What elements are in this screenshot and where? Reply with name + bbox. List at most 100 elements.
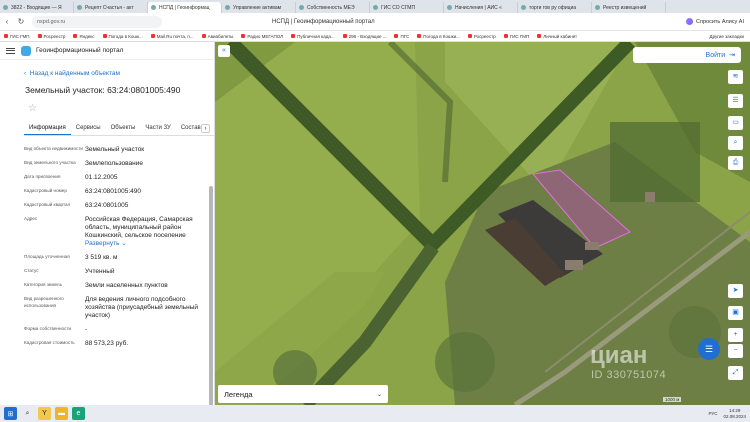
fullscreen-icon[interactable]: ⤢: [728, 366, 743, 380]
tab-favicon-icon: [77, 5, 82, 10]
browser-tab[interactable]: 3822 - Входящие — Я: [0, 2, 74, 13]
bookmark-item[interactable]: Mail.Ru почта, п...: [150, 33, 194, 39]
back-label: Назад к найденным объектам: [29, 70, 120, 77]
bookmark-item[interactable]: Погода в Кошки...: [417, 34, 460, 39]
detail-tab[interactable]: Объекты: [106, 122, 141, 135]
basemap-icon[interactable]: ▣: [728, 306, 743, 320]
attribute-value: -: [85, 326, 88, 333]
attribute-value-wrap: 63:24:0801005: [85, 202, 208, 210]
attribute-value: 63:24:0801005:490: [85, 188, 142, 195]
chevron-down-icon: ⌄: [376, 391, 382, 398]
satellite-imagery: [215, 42, 750, 405]
attribute-value: Учтенный: [85, 268, 115, 275]
address-bar: ‹ ↻ nspd.gov.ru НСПД | Геоинформационный…: [0, 13, 750, 31]
attribute-value-wrap: Российская Федерация, Самарская область,…: [85, 216, 208, 248]
attribute-key: Кадастровый квартал: [24, 202, 71, 207]
browser-tab[interactable]: Реестр извещений: [592, 2, 666, 13]
zoom-out-icon[interactable]: −: [728, 344, 743, 358]
bookmark-icon: [241, 34, 246, 38]
browser-tab[interactable]: торги гов ру официа: [518, 2, 592, 13]
bookmark-icon: [467, 34, 472, 38]
list-icon[interactable]: ☰: [728, 94, 743, 108]
browser-tab-label: Управление активам: [233, 4, 282, 11]
menu-icon[interactable]: [6, 47, 15, 54]
login-label: Войти: [705, 51, 726, 59]
bookmark-icon: [291, 34, 296, 38]
edge-icon[interactable]: e: [72, 407, 85, 420]
plot-title: Земельный участок: 63:24:0801005:490: [25, 85, 181, 95]
attribute-key: Вид объекта недвижимости: [24, 146, 83, 151]
alice-icon: [686, 18, 694, 25]
back-arrow-icon[interactable]: ‹: [0, 17, 14, 26]
bookmark-item[interactable]: Росреестр: [467, 33, 496, 39]
attribute-value-wrap: Для ведения личного подсобного хозяйства…: [85, 296, 208, 320]
bookmark-item[interactable]: Авиабилеты: [201, 34, 233, 39]
reload-icon[interactable]: ↻: [14, 17, 28, 26]
bookmark-label: Росреестр: [473, 33, 496, 39]
attribute-key: Статус: [24, 268, 39, 273]
detail-tab[interactable]: Сервисы: [71, 122, 106, 135]
locate-icon[interactable]: ➤: [728, 284, 743, 298]
bookmark-item[interactable]: Публичная када...: [291, 34, 335, 39]
attribute-row: Кадастровая стоимость 88 573,23 руб.: [24, 340, 208, 348]
bookmark-item[interactable]: Яндекс: [73, 33, 95, 39]
clock[interactable]: 14:29 02.08.2024: [723, 408, 746, 419]
detail-tab[interactable]: Части ЗУ: [140, 122, 175, 135]
bookmark-item[interactable]: Росреестр: [37, 34, 65, 39]
browser-tab[interactable]: Начисления | АИС «: [444, 2, 518, 13]
map-view[interactable]: « Войти ⇥ ≋ ☰ ▭ ⌕ ⎙ ➤ ▣ + − ⤢ ☰ циан ID 3…: [215, 42, 750, 405]
bookmark-item[interactable]: Погода в Кошк...: [102, 34, 143, 39]
browser-tab[interactable]: Управление активам: [222, 2, 296, 13]
browser-tab[interactable]: ГИС СО СГМП: [370, 2, 444, 13]
map-scale: 1000 м: [663, 397, 682, 402]
bookmark-item[interactable]: ГИС ГМП: [4, 34, 30, 39]
url-field[interactable]: nspd.gov.ru: [32, 15, 162, 28]
detail-tab[interactable]: Информация: [24, 122, 71, 135]
page-title: НСПД | Геоинформационный портал: [272, 18, 375, 25]
favorite-star-icon[interactable]: ☆: [28, 103, 37, 114]
sidebar-scrollbar[interactable]: [209, 146, 213, 405]
collapse-sidebar-button[interactable]: «: [218, 45, 230, 57]
attribute-row: Площадь уточненная 3 519 кв. м: [24, 254, 208, 262]
bookmark-label: Яндекс: [79, 33, 95, 39]
alice-label: Спросить Алису AI: [696, 18, 744, 25]
attribute-key: Адрес: [24, 216, 38, 221]
scrollbar-thumb[interactable]: [209, 186, 213, 405]
bookmark-item[interactable]: ГИС ГМП: [503, 34, 529, 39]
browser-tab[interactable]: Собственность МЕЭ: [296, 2, 370, 13]
search-icon[interactable]: ⌕: [21, 407, 34, 420]
print-icon[interactable]: ⎙: [728, 156, 743, 170]
back-to-results-link[interactable]: ‹ Назад к найденным объектам: [24, 70, 120, 77]
attribute-value-wrap: Учтенный: [85, 268, 208, 276]
browser-tab[interactable]: НСПД | Геоинформац: [148, 2, 222, 13]
browser-tab-label: ГИС СО СГМП: [381, 4, 416, 11]
yandex-browser-icon[interactable]: Y: [38, 407, 51, 420]
browser-tab-label: 3822 - Входящие — Я: [11, 4, 62, 11]
legend-panel[interactable]: Легенда ⌄: [218, 385, 388, 403]
alice-button[interactable]: Спросить Алису AI: [686, 18, 744, 25]
watermark-id: ID 330751074: [591, 369, 667, 381]
language-indicator[interactable]: РУС: [708, 411, 717, 416]
expand-address-link[interactable]: Развернуть ⌄: [85, 240, 208, 248]
login-button[interactable]: Войти ⇥: [633, 47, 741, 63]
ruler-icon[interactable]: ▭: [728, 116, 743, 130]
bookmark-item[interactable]: 296 - Входящие ...: [342, 34, 386, 39]
file-explorer-icon[interactable]: ▬: [55, 407, 68, 420]
bookmark-other[interactable]: Другие закладки: [710, 34, 744, 39]
layers-icon[interactable]: ≋: [728, 70, 743, 84]
search-area-icon[interactable]: ⌕: [728, 136, 743, 150]
start-icon[interactable]: ⊞: [4, 407, 17, 420]
bookmark-item[interactable]: Личный кабинет: [537, 34, 577, 39]
browser-tab[interactable]: Рецепт Счастья - акт: [74, 2, 148, 13]
bookmark-icon: [150, 34, 155, 38]
zoom-in-icon[interactable]: +: [728, 328, 743, 342]
bookmark-item[interactable]: ПГС: [394, 34, 409, 39]
bookmark-label: Mail.Ru почта, п...: [156, 33, 194, 39]
browser-tab-label: Начисления | АИС «: [455, 4, 502, 11]
bookmark-item[interactable]: Радио МЕГАПОЛ: [241, 34, 283, 39]
tabs-next-icon[interactable]: ›: [201, 124, 210, 133]
bookmark-label: Личный кабинет: [543, 33, 578, 39]
attribute-value-wrap: 63:24:0801005:490: [85, 188, 208, 196]
bookmark-icon: [37, 34, 42, 38]
chat-icon[interactable]: ☰: [698, 338, 720, 360]
